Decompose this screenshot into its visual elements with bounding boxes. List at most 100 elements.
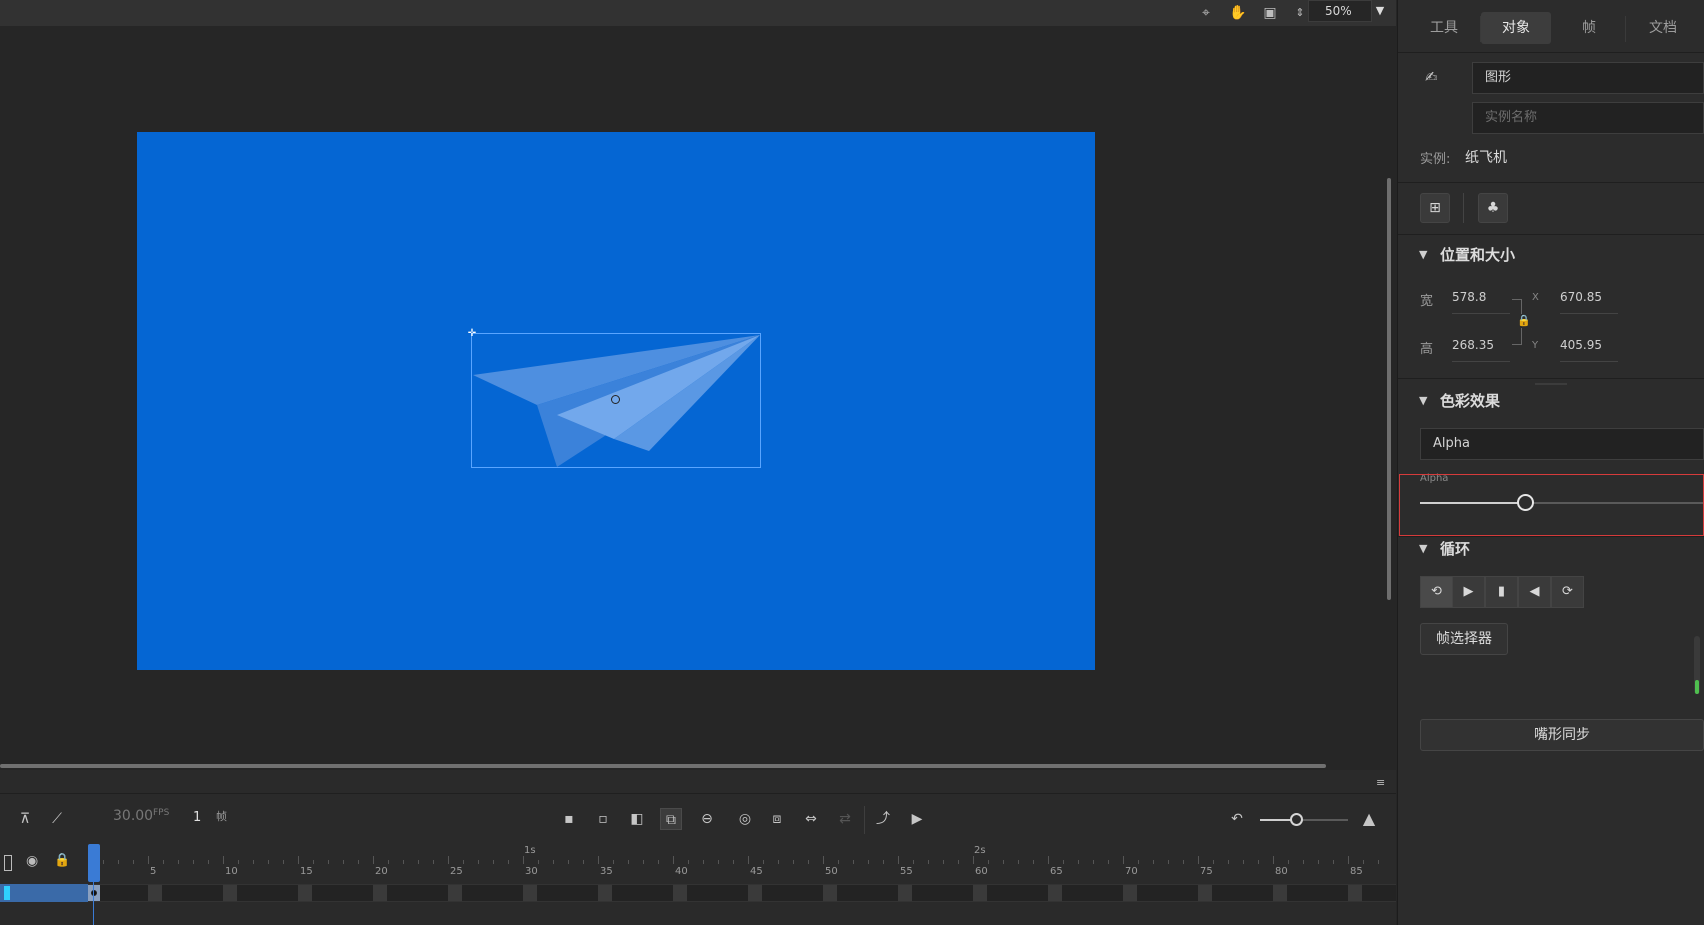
eye-hidden-icon[interactable]: ◉ <box>26 853 38 869</box>
ruler-tick <box>718 860 719 864</box>
edit-symbol-button[interactable]: ♣ <box>1478 193 1508 223</box>
fit-icon[interactable]: ▣ <box>1260 3 1280 23</box>
timeline-zoom-thumb[interactable] <box>1290 813 1303 826</box>
outline-icon[interactable] <box>4 855 12 871</box>
ruler-label: 25 <box>450 866 463 877</box>
graph-icon[interactable]: ⟋ <box>46 808 68 830</box>
loop-header[interactable]: 循环 <box>1440 538 1470 559</box>
lock-icon[interactable]: 🔒 <box>54 853 70 868</box>
tab-object[interactable]: 对象 <box>1481 12 1551 44</box>
symbol-icon: ✍ <box>1425 68 1438 86</box>
ruler-tick <box>958 860 959 864</box>
current-frame[interactable]: 1 <box>193 810 201 825</box>
zoom-input[interactable]: 50% <box>1308 0 1372 22</box>
play-icon[interactable]: ▶ <box>906 808 928 830</box>
ruler-tick <box>1018 860 1019 864</box>
ruler-tick <box>1063 860 1064 864</box>
ruler-tick <box>673 856 674 864</box>
ruler-tick <box>778 860 779 864</box>
mountains-icon[interactable]: ▲ <box>1358 808 1380 830</box>
position-size-header[interactable]: 位置和大小 <box>1440 244 1515 265</box>
hand-icon[interactable]: ✋ <box>1228 3 1248 23</box>
tab-tools[interactable]: 工具 <box>1410 12 1478 44</box>
ruler-tick <box>388 860 389 864</box>
ruler-tick <box>988 860 989 864</box>
crosshair-icon[interactable]: ⌖ <box>1196 3 1216 23</box>
registration-point-icon[interactable] <box>611 395 620 404</box>
playhead[interactable] <box>88 844 100 882</box>
instance-label: 实例: <box>1420 152 1451 167</box>
chevron-down-icon[interactable]: ▼ <box>1419 248 1427 261</box>
fps-value[interactable]: 30.00 <box>113 808 153 824</box>
ruler-tick <box>343 860 344 864</box>
onion-skin-icon[interactable]: ◎ <box>734 808 756 830</box>
ruler-tick <box>1378 860 1379 864</box>
loop-reverse-button[interactable]: ⟳ <box>1551 576 1584 608</box>
ruler-tick <box>883 860 884 864</box>
color-effect-header[interactable]: 色彩效果 <box>1440 390 1500 411</box>
sync-icon: ⇄ <box>839 811 851 827</box>
step-back-icon[interactable]: ⤴ <box>872 808 894 830</box>
instance-name-input[interactable]: 实例名称 <box>1472 102 1704 134</box>
remove-frame-icon[interactable]: ⊖ <box>696 808 718 830</box>
undo-icon[interactable]: ↶ <box>1226 808 1248 830</box>
insert-blank-keyframe-icon[interactable]: ▫ <box>592 808 614 830</box>
ruler-tick <box>1363 860 1364 864</box>
stage-horizontal-scrollbar[interactable] <box>0 764 1326 768</box>
transform-point-icon[interactable]: ✛ <box>467 329 477 339</box>
ruler-tick <box>568 860 569 864</box>
create-tween-icon[interactable]: ⧉ <box>660 808 682 830</box>
height-input[interactable]: 268.35 <box>1452 338 1510 362</box>
ruler-tick <box>253 860 254 864</box>
frame-unit: 帧 <box>216 810 227 823</box>
stage-vertical-scrollbar[interactable] <box>1387 178 1391 600</box>
ruler-tick <box>538 860 539 864</box>
chevron-down-icon[interactable]: ▼ <box>1419 394 1427 407</box>
play-once-button[interactable]: ▶ <box>1452 576 1485 608</box>
ruler-label: 80 <box>1275 866 1288 877</box>
ruler-tick <box>1048 856 1049 864</box>
panel-scroll-indicator <box>1695 680 1699 694</box>
symbol-type-select[interactable]: 图形 <box>1472 62 1704 94</box>
layer-parenting-icon[interactable]: ⊼ <box>14 808 36 830</box>
frame-cell <box>298 885 312 901</box>
lock-icon[interactable]: 🔒 <box>1517 314 1531 328</box>
ruler-tick <box>208 860 209 864</box>
divider <box>864 806 865 834</box>
instance-value[interactable]: 纸飞机 <box>1465 147 1507 167</box>
chevron-down-icon[interactable]: ▼ <box>1419 542 1427 555</box>
width-label: 宽 <box>1420 294 1434 309</box>
loop-playback-icon[interactable]: ⇔ <box>800 808 822 830</box>
ruler-tick <box>973 856 974 864</box>
edit-multiple-frames-icon[interactable]: ⧈ <box>766 808 788 830</box>
single-frame-button[interactable]: ▮ <box>1485 576 1518 608</box>
color-effect-select[interactable]: Alpha <box>1420 428 1704 460</box>
divider <box>1398 234 1704 235</box>
swap-symbol-button[interactable]: ⊞ <box>1420 193 1450 223</box>
ruler-tick <box>178 860 179 864</box>
width-input[interactable]: 578.8 <box>1452 290 1510 314</box>
x-input[interactable]: 670.85 <box>1560 290 1618 314</box>
tab-frame[interactable]: 帧 <box>1555 12 1623 44</box>
ruler-label: 60 <box>975 866 988 877</box>
stepper-icon[interactable]: ⇕ <box>1290 3 1310 23</box>
loop-button[interactable]: ⟲ <box>1420 576 1453 608</box>
play-reverse-once-button[interactable]: ◀ <box>1518 576 1551 608</box>
menu-icon[interactable]: ≡ <box>1376 777 1390 788</box>
insert-keyframe-icon[interactable]: ▪ <box>558 808 580 830</box>
frame-cell <box>973 885 987 901</box>
frame-picker-button[interactable]: 帧选择器 <box>1420 623 1508 655</box>
insert-frame-icon[interactable]: ◧ <box>626 808 648 830</box>
tab-document[interactable]: 文档 <box>1628 12 1698 44</box>
playhead-line <box>93 882 94 925</box>
y-input[interactable]: 405.95 <box>1560 338 1618 362</box>
resize-grip[interactable] <box>1535 383 1567 385</box>
ruler-tick <box>148 856 149 864</box>
lip-sync-button[interactable]: 嘴形同步 <box>1420 719 1704 751</box>
timeline-ruler[interactable] <box>88 842 1396 886</box>
layer-row-selected[interactable] <box>0 884 88 902</box>
divider <box>1398 52 1704 53</box>
divider <box>1398 378 1704 379</box>
chevron-down-icon[interactable]: ▼ <box>1372 0 1388 22</box>
ruler-tick <box>1183 860 1184 864</box>
